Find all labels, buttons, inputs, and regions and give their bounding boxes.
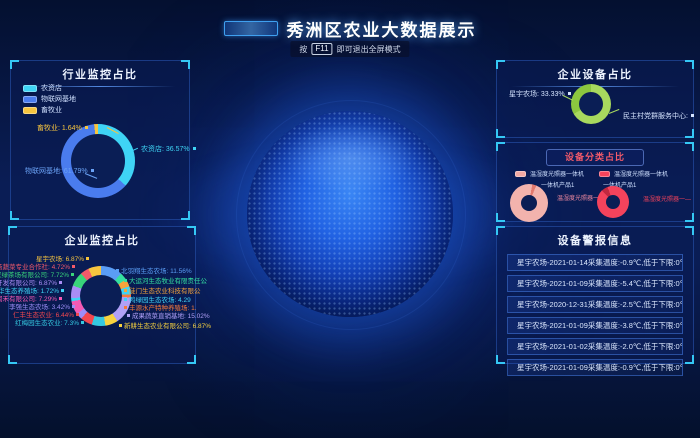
left-sub-label: 一体机产品1 xyxy=(541,180,574,189)
panel-enterprise-monitor: 企业监控占比 星宇农场: 6.87% 彩虹斋蔬菜专业合作社: 4.72% 家绿茶… xyxy=(8,226,196,364)
callout-store: 农资店: 36.57% xyxy=(141,144,196,154)
legend-item-left-device[interactable]: 温湿度光照器一体机 xyxy=(515,169,584,178)
industry-donut-chart[interactable] xyxy=(61,124,135,198)
legend-label: 物联网基地 xyxy=(41,94,76,104)
panel-title: 企业设备占比 xyxy=(497,66,693,82)
corner-accent xyxy=(10,211,19,220)
legend-label: 温湿度光照器一体机 xyxy=(530,169,584,178)
enterprise-label: 北羽翔生态农场: 11.56% xyxy=(116,265,192,275)
alarm-row: 星宇农场-2021-01-09采集温度:-5.4℃,低于下限:0℃ xyxy=(507,275,683,292)
alarm-row: 星宇农场-2020-12-31采集温度:-2.5℃,低于下限:0℃ xyxy=(507,296,683,313)
page-title: 秀洲区农业大数据展示 xyxy=(287,16,477,41)
tip-suffix: 即可退出全屏模式 xyxy=(337,44,401,55)
panel-title: 设备警报信息 xyxy=(497,232,693,248)
enterprise-label: 红梅园生态农业: 7.3% xyxy=(15,317,84,327)
logo-badge xyxy=(224,21,278,36)
callout-iot: 物联网基地: 61.79% xyxy=(25,166,94,176)
corner-accent xyxy=(8,355,17,364)
globe xyxy=(247,111,453,317)
legend-item-store[interactable]: 农资店 xyxy=(23,83,62,93)
legend-item-iot[interactable]: 物联网基地 xyxy=(23,94,76,104)
corner-accent xyxy=(496,355,505,364)
corner-accent xyxy=(181,211,190,220)
legend-swatch xyxy=(599,171,610,177)
alarm-row: 星宇农场-2021-01-09采集温度:-0.9℃,低于下限:0℃ xyxy=(507,359,683,376)
legend-swatch xyxy=(23,107,37,114)
corner-accent xyxy=(685,129,694,138)
panel-industry-monitor: 行业监控占比 农资店 物联网基地 畜牧业 畜牧业: 1.64% 农资店: 36.… xyxy=(10,60,190,220)
device-class-right-donut-chart[interactable] xyxy=(597,186,629,218)
corner-accent xyxy=(187,355,196,364)
device-class-title-button[interactable]: 设备分类占比 xyxy=(546,149,644,166)
corner-accent xyxy=(685,213,694,222)
corner-accent xyxy=(496,213,505,222)
corner-accent xyxy=(685,355,694,364)
legend-label: 农资店 xyxy=(41,83,62,93)
legend-swatch xyxy=(515,171,526,177)
alarm-row: 星宇农场-2021-01-09采集温度:-3.8℃,低于下限:0℃ xyxy=(507,317,683,334)
enterprise-label: 大运河生态牧业有限责任公 xyxy=(124,275,207,285)
legend-swatch xyxy=(23,85,37,92)
alarm-row: 星宇农场-2021-01-02采集温度:-2.0℃,低于下限:0℃ xyxy=(507,338,683,355)
panel-title: 企业监控占比 xyxy=(9,232,195,248)
fullscreen-tip: 按 F11 即可退出全屏模式 xyxy=(290,41,409,57)
corner-accent xyxy=(496,129,505,138)
enterprise-label: 新耕生态农业有限公司: 6.87% xyxy=(119,320,211,330)
f11-key-badge: F11 xyxy=(311,43,332,55)
legend-label: 畜牧业 xyxy=(41,105,62,115)
alarm-row: 星宇农场-2021-01-14采集温度:-0.9℃,低于下限:0℃ xyxy=(507,254,683,271)
device-ratio-label-left: 星宇农场: 33.33% xyxy=(509,89,571,99)
tip-prefix: 按 xyxy=(299,44,307,55)
enterprise-label: 成果蔬菜直销基地: 15.02% xyxy=(127,310,210,320)
panel-device-ratio: 企业设备占比 星宇农场: 33.33% 民主村党群服务中心: xyxy=(496,60,694,138)
dashboard: 秀洲区农业大数据展示 按 F11 即可退出全屏模式 行业监控占比 农资店 物联网… xyxy=(0,0,700,438)
legend-swatch xyxy=(23,96,37,103)
panel-device-class: 设备分类占比 温湿度光照器一体机 一体机产品1 温湿度光照器一— 温湿度光照器一… xyxy=(496,142,694,222)
device-ratio-donut-chart[interactable] xyxy=(571,84,611,124)
panel-title: 行业监控占比 xyxy=(11,66,189,82)
header: 秀洲区农业大数据展示 xyxy=(0,16,700,41)
panel-alarms: 设备警报信息 星宇农场-2021-01-14采集温度:-0.9℃,低于下限:0℃… xyxy=(496,226,694,364)
device-ratio-label-right: 民主村党群服务中心: xyxy=(623,111,694,121)
right-callout: 温湿度光照器一— xyxy=(643,194,691,203)
legend-item-livestock[interactable]: 畜牧业 xyxy=(23,105,62,115)
callout-livestock: 畜牧业: 1.64% xyxy=(37,123,88,133)
legend-item-right-device[interactable]: 温湿度光照器一体机 xyxy=(599,169,668,178)
device-class-left-donut-chart[interactable] xyxy=(510,184,548,222)
legend-label: 温湿度光照器一体机 xyxy=(614,169,668,178)
callout-line xyxy=(609,109,620,114)
alarm-list: 星宇农场-2021-01-14采集温度:-0.9℃,低于下限:0℃ 星宇农场-2… xyxy=(497,254,693,376)
